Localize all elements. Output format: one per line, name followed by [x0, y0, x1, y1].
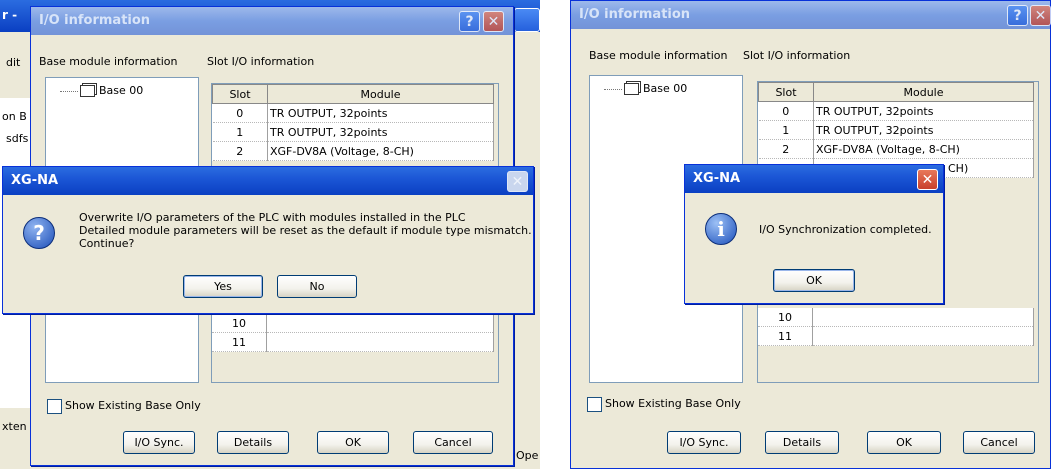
- confirm-message-line-1: Overwrite I/O parameters of the PLC with…: [79, 211, 466, 224]
- tree-item-label: Base 00: [99, 84, 144, 97]
- confirm-dialog-body: ? Overwrite I/O parameters of the PLC wi…: [3, 195, 533, 313]
- close-button[interactable]: ✕: [917, 169, 938, 190]
- confirm-message-line-2: Detailed module parameters will be reset…: [79, 224, 532, 237]
- background-tree-fragment: sdfs: [6, 132, 29, 145]
- io-sync-button[interactable]: I/O Sync.: [667, 431, 741, 454]
- tree-item-base-00[interactable]: Base 00: [60, 84, 143, 97]
- table-row[interactable]: 10: [212, 314, 494, 333]
- slot-cell: 2: [758, 139, 814, 159]
- module-cell: TR OUTPUT, 32points: [813, 120, 1034, 140]
- cancel-button[interactable]: Cancel: [413, 431, 493, 454]
- info-dialog-body: i I/O Synchronization completed. OK: [685, 193, 943, 303]
- show-existing-label: Show Existing Base Only: [65, 399, 201, 412]
- background-tree-fragment: on B: [2, 110, 27, 123]
- background-menu-fragment[interactable]: dit: [6, 56, 20, 69]
- no-button[interactable]: No: [277, 275, 357, 298]
- module-cell: [266, 314, 494, 333]
- module-cell: TR OUTPUT, 32points: [267, 122, 494, 142]
- base-icon: [624, 83, 639, 95]
- io-dialog-title: I/O information: [579, 7, 691, 22]
- io-sync-button[interactable]: I/O Sync.: [123, 431, 195, 454]
- show-existing-label: Show Existing Base Only: [605, 397, 741, 410]
- info-dialog-titlebar: XG-NA: [685, 165, 943, 193]
- cancel-button[interactable]: Cancel: [963, 431, 1035, 454]
- ok-button[interactable]: OK: [773, 269, 855, 292]
- table-row[interactable]: 0 TR OUTPUT, 32points: [758, 101, 1034, 121]
- slot-io-table[interactable]: Slot Module 0 TR OUTPUT, 32points 1 TR O…: [212, 84, 494, 161]
- slot-cell: 0: [758, 101, 814, 121]
- close-button[interactable]: ✕: [1030, 5, 1051, 26]
- details-button[interactable]: Details: [217, 431, 289, 454]
- tree-item-label: Base 00: [643, 82, 688, 95]
- module-cell: [812, 326, 1034, 346]
- io-dialog-title: I/O information: [39, 13, 151, 28]
- slot-io-table-lower[interactable]: 10 11: [758, 308, 1034, 346]
- left-screenshot: r - dit on B sdfs xten Ope I/O informati…: [0, 0, 540, 469]
- info-message: I/O Synchronization completed.: [759, 223, 932, 236]
- ok-button[interactable]: OK: [867, 431, 941, 454]
- tree-connector: [604, 88, 622, 90]
- module-cell: TR OUTPUT, 32points: [267, 103, 494, 123]
- table-header-row: Slot Module: [212, 84, 494, 104]
- base-module-label: Base module information: [589, 49, 728, 62]
- slot-io-table-lower[interactable]: 10 11: [212, 314, 494, 352]
- close-button[interactable]: ✕: [483, 11, 504, 32]
- help-button[interactable]: ?: [1007, 5, 1028, 26]
- tree-connector: [60, 90, 78, 92]
- table-row[interactable]: 11: [758, 326, 1034, 346]
- table-row[interactable]: 2 XGF-DV8A (Voltage, 8-CH): [212, 141, 494, 161]
- module-cell: [266, 332, 494, 352]
- base-module-label: Base module information: [39, 55, 178, 68]
- right-screenshot: I/O information ? ✕ Base module informat…: [570, 0, 1051, 469]
- details-button[interactable]: Details: [765, 431, 839, 454]
- background-status-fragment: Ope: [516, 449, 539, 462]
- column-header-slot[interactable]: Slot: [758, 82, 814, 102]
- slot-io-label: Slot I/O information: [743, 49, 851, 62]
- confirm-dialog-title: XG-NA: [11, 173, 59, 188]
- module-cell: XGF-DV8A (Voltage, 8-CH): [267, 141, 494, 161]
- ok-button[interactable]: OK: [317, 431, 389, 454]
- table-row[interactable]: 1 TR OUTPUT, 32points: [758, 120, 1034, 140]
- yes-button[interactable]: Yes: [183, 275, 263, 298]
- close-button-disabled: ✕: [507, 171, 528, 192]
- table-row[interactable]: 2 XGF-DV8A (Voltage, 8-CH): [758, 139, 1034, 159]
- slot-cell: 10: [212, 314, 267, 333]
- io-dialog-titlebar: I/O information: [571, 1, 1050, 29]
- column-header-slot[interactable]: Slot: [212, 84, 268, 104]
- io-dialog-titlebar: I/O information: [31, 7, 513, 35]
- slot-cell: 11: [758, 326, 813, 346]
- question-icon: ?: [23, 217, 55, 249]
- info-dialog-title: XG-NA: [693, 171, 741, 186]
- confirm-dialog-titlebar: XG-NA: [3, 167, 533, 195]
- info-icon: i: [705, 213, 737, 245]
- slot-cell: 0: [212, 103, 268, 123]
- confirm-message-line-3: Continue?: [79, 237, 135, 250]
- slot-cell: 11: [212, 332, 267, 352]
- show-existing-checkbox[interactable]: [587, 397, 602, 412]
- slot-cell: 1: [758, 120, 814, 140]
- slot-cell: 2: [212, 141, 268, 161]
- column-header-module[interactable]: Module: [813, 82, 1034, 102]
- confirm-dialog: XG-NA ✕ ? Overwrite I/O parameters of th…: [2, 166, 534, 314]
- tree-item-base-00[interactable]: Base 00: [604, 82, 687, 95]
- show-existing-checkbox[interactable]: [47, 399, 62, 414]
- slot-io-label: Slot I/O information: [207, 55, 315, 68]
- table-row[interactable]: 0 TR OUTPUT, 32points: [212, 103, 494, 123]
- table-row[interactable]: 10: [758, 308, 1034, 327]
- column-header-module[interactable]: Module: [267, 84, 494, 104]
- slot-cell: 10: [758, 308, 813, 327]
- background-restore-buttons: [514, 8, 540, 32]
- module-cell: XGF-DV8A (Voltage, 8-CH): [813, 139, 1034, 159]
- background-bottom-fragment: xten: [2, 420, 27, 433]
- table-row[interactable]: 1 TR OUTPUT, 32points: [212, 122, 494, 142]
- table-row[interactable]: 11: [212, 332, 494, 352]
- background-title-fragment: r -: [2, 8, 18, 22]
- module-cell: TR OUTPUT, 32points: [813, 101, 1034, 121]
- help-button[interactable]: ?: [459, 11, 480, 32]
- info-dialog: XG-NA ✕ i I/O Synchronization completed.…: [684, 164, 944, 304]
- module-cell: [812, 308, 1034, 327]
- slot-cell: 1: [212, 122, 268, 142]
- base-icon: [80, 85, 95, 97]
- table-header-row: Slot Module: [758, 82, 1034, 102]
